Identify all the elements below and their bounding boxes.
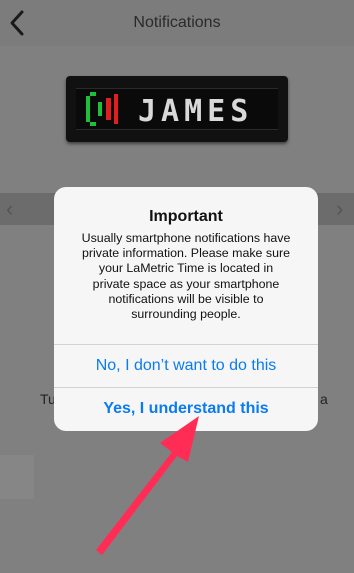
dialog-message-line: surrounding people.	[131, 307, 241, 322]
background-panel	[0, 455, 34, 499]
device-display-text: JAMES	[138, 94, 253, 129]
dialog-message-line: Usually smartphone notifications have	[81, 231, 291, 245]
page-title: Notifications	[133, 14, 221, 31]
carousel-left-chevron-icon[interactable]: ‹	[6, 196, 13, 222]
dialog-message-line: notifications will be visible to	[108, 291, 264, 306]
dialog-message-line: private space as your smartphone	[92, 276, 280, 291]
dialog-message-line: private information. Please make sure	[82, 246, 290, 261]
dialog-title: Important	[149, 208, 223, 225]
accept-button[interactable]: Yes, I understand this	[54, 388, 318, 429]
alert-dialog: Important Usually smartphone notificatio…	[54, 187, 318, 431]
carousel-right-chevron-icon[interactable]: ›	[336, 196, 343, 222]
dialog-message-line: your LaMetric Time is located in	[98, 261, 274, 276]
navbar: Notifications	[0, 0, 354, 46]
dialog-message: Usually smartphone notifications have pr…	[68, 231, 304, 322]
decline-button[interactable]: No, I don’t want to do this	[54, 345, 318, 386]
device-display: JAMES	[76, 88, 278, 130]
background-text-right: a	[320, 391, 328, 407]
lametric-device-preview: JAMES	[66, 76, 288, 142]
